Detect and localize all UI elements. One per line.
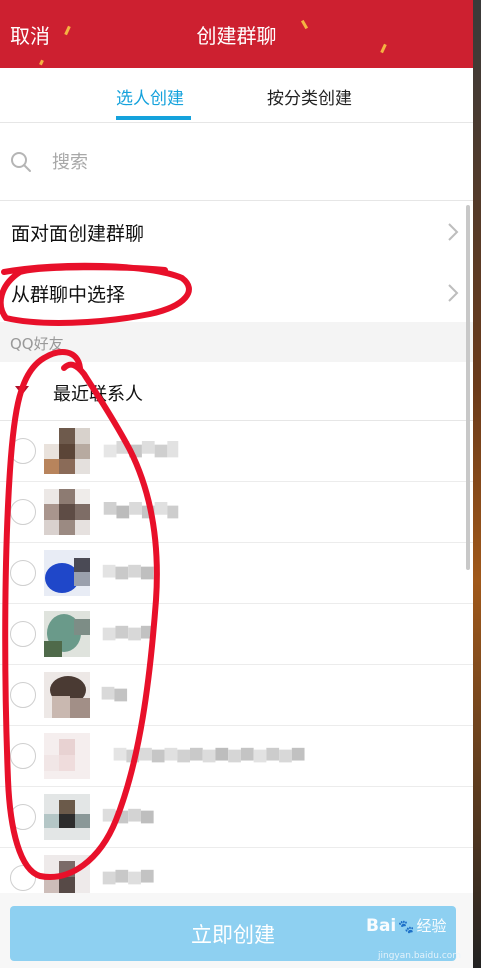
select-radio[interactable] [10,499,36,525]
contact-row[interactable] [0,543,473,604]
avatar [44,733,90,779]
chevron-right-icon [448,223,459,241]
contact-row[interactable] [0,665,473,726]
tab-select-people[interactable]: 选人创建 [116,84,184,109]
group-label: 最近联系人 [53,384,143,405]
triangle-down-icon [15,386,29,395]
scrollbar[interactable] [466,205,470,570]
contact-row[interactable] [0,604,473,665]
avatar [44,489,90,535]
avatar [44,794,90,840]
select-radio[interactable] [10,438,36,464]
create-group-screen: 取消 创建群聊 选人创建 按分类创建 面对面创建群聊 从群聊中选择 QQ好友 最… [0,0,473,968]
obscured-name [103,441,179,458]
select-radio[interactable] [10,682,36,708]
contact-row[interactable] [0,482,473,543]
select-radio[interactable] [10,804,36,830]
obscured-name [102,869,154,885]
obscured-name [102,564,154,580]
select-radio[interactable] [10,560,36,586]
search-input[interactable] [50,145,434,179]
active-tab-indicator [116,116,191,120]
contact-row[interactable] [0,726,473,787]
header-bar: 取消 创建群聊 [0,0,473,68]
obscured-name [103,502,179,519]
face-to-face-create-label: 面对面创建群聊 [11,223,145,245]
confetti-decoration [39,59,44,66]
obscured-name [102,808,154,824]
obscured-name [102,625,154,641]
search-bar [0,123,473,201]
avatar [44,672,90,718]
avatar [44,550,90,596]
contact-row[interactable] [0,421,473,482]
select-radio[interactable] [10,743,36,769]
select-radio[interactable] [10,865,36,891]
select-from-group-label: 从群聊中选择 [11,284,126,306]
section-header [0,322,473,362]
face-to-face-create-row[interactable]: 面对面创建群聊 [0,201,473,263]
tab-by-category[interactable]: 按分类创建 [267,84,352,109]
contact-row[interactable] [0,787,473,848]
paw-icon: 🐾 [398,920,415,935]
watermark-brand-suffix: 经验 [416,917,447,935]
tab-bar: 选人创建 按分类创建 [0,68,473,123]
watermark-site: jingyan.baidu.com [378,951,462,961]
background-edge [473,0,481,968]
page-title: 创建群聊 [196,24,277,48]
chevron-right-icon [448,284,459,302]
avatar [44,428,90,474]
watermark-brand: Bai [366,916,397,936]
select-from-group-row[interactable]: 从群聊中选择 [0,262,473,324]
avatar [44,611,90,657]
group-recent-contacts[interactable]: 最近联系人 [0,362,473,421]
section-label-qq-friends: QQ好友 [10,335,64,353]
search-icon [11,152,31,172]
baidu-watermark: Bai 🐾 经验 jingyan.baidu.com [366,915,461,961]
obscured-name [113,747,305,763]
obscured-name [101,686,128,702]
select-radio[interactable] [10,621,36,647]
